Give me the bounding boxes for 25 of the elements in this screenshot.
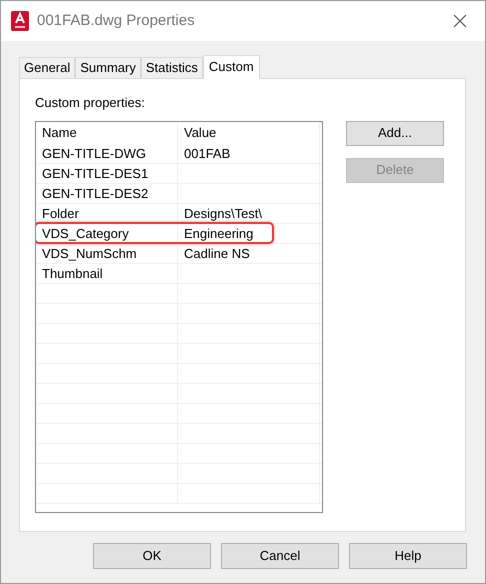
column-header[interactable]: Name xyxy=(36,122,178,144)
table-cell: Engineering xyxy=(178,224,320,242)
app-icon xyxy=(11,11,29,31)
table-cell: GEN-TITLE-DES2 xyxy=(36,184,178,202)
table-cell: Designs\Test\ xyxy=(178,204,320,222)
table-cell: 001FAB xyxy=(178,144,320,162)
table-cell: Thumbnail xyxy=(36,264,178,282)
table-cell: GEN-TITLE-DWG xyxy=(36,144,178,162)
section-label: Custom properties: xyxy=(35,94,146,112)
close-icon[interactable] xyxy=(453,14,467,28)
tab[interactable]: Custom xyxy=(202,55,260,79)
window-title: 001FAB.dwg Properties xyxy=(37,10,195,31)
column-header[interactable]: Value xyxy=(178,122,320,144)
table-cell: Cadline NS xyxy=(178,244,320,262)
tab[interactable]: General xyxy=(19,57,76,78)
add-button[interactable]: Add... xyxy=(346,120,444,146)
tab[interactable]: Summary xyxy=(75,57,141,78)
table-cell: Folder xyxy=(36,204,178,222)
table-cell: VDS_Category xyxy=(36,224,178,242)
tab[interactable]: Statistics xyxy=(140,57,203,78)
table-cell: VDS_NumSchm xyxy=(36,244,178,262)
ok-button[interactable]: OK xyxy=(93,543,211,569)
help-button[interactable]: Help xyxy=(349,543,467,569)
cancel-button[interactable]: Cancel xyxy=(221,543,339,569)
table-cell: GEN-TITLE-DES1 xyxy=(36,164,178,182)
